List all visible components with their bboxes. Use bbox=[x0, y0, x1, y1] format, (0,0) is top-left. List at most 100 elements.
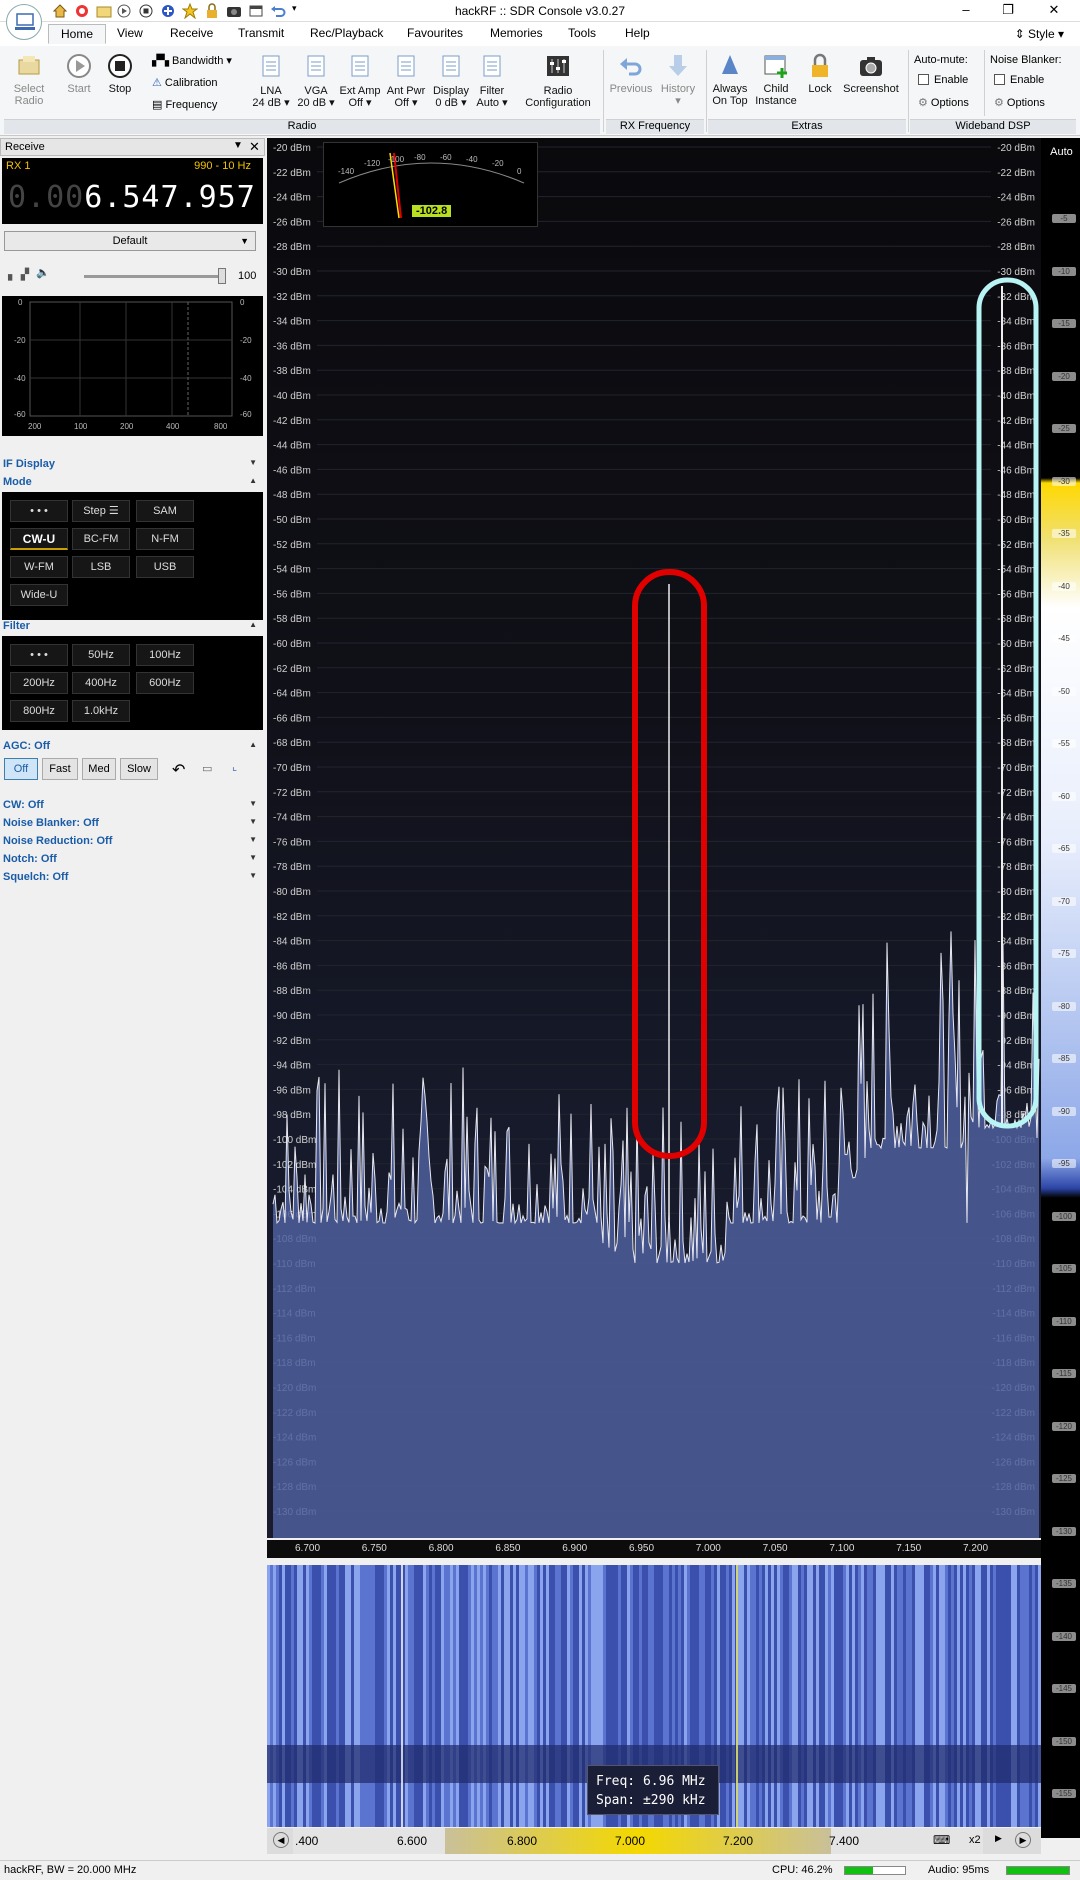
frequency-button[interactable]: ▤ Frequency bbox=[152, 98, 217, 111]
mode-n-fm-button[interactable]: N-FM bbox=[136, 528, 194, 550]
lock-button[interactable]: Lock bbox=[802, 52, 838, 95]
tab-help[interactable]: Help bbox=[625, 26, 650, 40]
spectrum-plot[interactable]: -20 dBm -22 dBm -24 dBm -26 dBm -28 dBm -30 d… bbox=[267, 138, 1041, 1538]
cw-section[interactable]: CW: Off ▼ bbox=[0, 799, 265, 811]
lifebuoy-icon[interactable] bbox=[74, 3, 90, 19]
tab-tools[interactable]: Tools bbox=[568, 26, 596, 40]
waterfall-display[interactable]: Freq: 6.96 MHz Span: ±290 kHz bbox=[267, 1565, 1041, 1827]
play-icon[interactable] bbox=[116, 3, 132, 19]
window-icon[interactable] bbox=[248, 3, 264, 19]
mode-sam-button[interactable]: SAM bbox=[136, 500, 194, 522]
preset-dropdown[interactable]: Default ▼ bbox=[4, 231, 256, 251]
speaker-icon[interactable]: 🔈 bbox=[36, 266, 50, 279]
reset-icon[interactable]: ↶ bbox=[172, 760, 185, 780]
vga-dropdown[interactable]: VGA 20 dB ▾ bbox=[296, 54, 336, 109]
history-button[interactable]: History ▾ bbox=[656, 52, 700, 107]
scroll-right-icon[interactable]: ▶ bbox=[1015, 1832, 1031, 1848]
stop-button[interactable]: Stop bbox=[104, 52, 136, 95]
zoom-level[interactable]: x2 bbox=[969, 1834, 981, 1846]
style-dropdown[interactable]: ⇕ Style ▾ bbox=[1015, 27, 1064, 41]
ant-pwr-dropdown[interactable]: Ant Pwr Off ▾ bbox=[384, 54, 428, 109]
display-dropdown[interactable]: Display 0 dB ▾ bbox=[430, 54, 472, 109]
spectrum-bars-icon[interactable]: ▖▗▘ bbox=[8, 268, 33, 281]
screenshot-button[interactable]: Screenshot bbox=[840, 52, 902, 95]
frequency-axis[interactable]: 6.700 6.750 6.800 6.850 6.900 6.950 7.000 7.050… bbox=[267, 1540, 1041, 1558]
filter-200hz-button[interactable]: 200Hz bbox=[10, 672, 68, 694]
radio-configuration-button[interactable]: Radio Configuration bbox=[520, 54, 596, 109]
volume-slider[interactable] bbox=[84, 268, 226, 284]
agc-off-button[interactable]: Off bbox=[4, 758, 38, 780]
filter-1khz-button[interactable]: 1.0kHz bbox=[72, 700, 130, 722]
filter-more-button[interactable]: • • • bbox=[10, 644, 68, 666]
if-display-section[interactable]: IF Display ▼ bbox=[0, 458, 265, 470]
mode-lsb-button[interactable]: LSB bbox=[72, 556, 130, 578]
lock-icon[interactable] bbox=[204, 3, 220, 19]
mode-bc-fm-button[interactable]: BC-FM bbox=[72, 528, 130, 550]
volume-thumb[interactable] bbox=[218, 268, 226, 284]
tab-transmit[interactable]: Transmit bbox=[238, 26, 284, 40]
auto-mute-enable-checkbox[interactable]: Enable bbox=[918, 74, 968, 86]
agc-section[interactable]: AGC: Off ▲ bbox=[0, 740, 265, 752]
previous-button[interactable]: Previous bbox=[608, 52, 654, 95]
noise-blanker-enable-checkbox[interactable]: Enable bbox=[994, 74, 1044, 86]
filter-800hz-button[interactable]: 800Hz bbox=[10, 700, 68, 722]
spectrum-display[interactable]: -20 dBm -22 dBm -24 dBm -26 dBm -28 dBm -30 d… bbox=[267, 138, 1041, 1558]
select-radio-button[interactable]: Select Radio bbox=[8, 52, 50, 107]
star-icon[interactable] bbox=[181, 2, 199, 20]
start-button[interactable]: Start bbox=[64, 52, 94, 95]
frequency-display[interactable]: RX 1 990 - 10 Hz 0.006.547.957 bbox=[2, 158, 263, 224]
stop-icon[interactable] bbox=[138, 3, 154, 19]
filter-400hz-button[interactable]: 400Hz bbox=[72, 672, 130, 694]
lna-dropdown[interactable]: LNA 24 dB ▾ bbox=[252, 54, 290, 109]
mode-section[interactable]: Mode ▲ bbox=[0, 476, 265, 488]
agc-med-button[interactable]: Med bbox=[82, 758, 116, 780]
noise-blanker-options-button[interactable]: ⚙ Options bbox=[994, 96, 1045, 109]
agc-slow-button[interactable]: Slow bbox=[120, 758, 158, 780]
add-icon[interactable] bbox=[160, 3, 176, 19]
auto-level-button[interactable]: Auto bbox=[1045, 146, 1078, 158]
calibration-button[interactable]: ⚠ Calibration bbox=[152, 76, 218, 89]
zoom-right-icon[interactable]: ▶ bbox=[995, 1833, 1002, 1844]
filter-100hz-button[interactable]: 100Hz bbox=[136, 644, 194, 666]
mode-w-fm-button[interactable]: W-FM bbox=[10, 556, 68, 578]
notch-section[interactable]: Notch: Off ▼ bbox=[0, 853, 265, 865]
scroll-left-icon[interactable]: ◀ bbox=[273, 1832, 289, 1848]
mode-wide-u-button[interactable]: Wide-U bbox=[10, 584, 68, 606]
child-instance-button[interactable]: Child Instance bbox=[754, 52, 798, 107]
ext-amp-dropdown[interactable]: Ext Amp Off ▾ bbox=[338, 54, 382, 109]
tab-rec-playback[interactable]: Rec/Playback bbox=[310, 26, 383, 40]
quick-access-dropdown-icon[interactable]: ▾ bbox=[292, 3, 308, 19]
tab-receive[interactable]: Receive bbox=[170, 26, 213, 40]
restore-button[interactable]: ❐ bbox=[998, 2, 1018, 20]
app-menu-button[interactable] bbox=[6, 4, 42, 40]
keyboard-icon[interactable]: ⌨ bbox=[933, 1833, 950, 1847]
mode-more-button[interactable]: • • • bbox=[10, 500, 68, 522]
noise-reduction-section[interactable]: Noise Reduction: Off ▼ bbox=[0, 835, 265, 847]
noise-blanker-section[interactable]: Noise Blanker: Off ▼ bbox=[0, 817, 265, 829]
squelch-section[interactable]: Squelch: Off ▼ bbox=[0, 871, 265, 883]
always-on-top-button[interactable]: Always On Top bbox=[708, 52, 752, 107]
agc-graph-icon[interactable]: ⌞ bbox=[232, 760, 237, 773]
step-button[interactable]: Step ☰ bbox=[72, 500, 130, 522]
chevron-down-icon[interactable]: ▼ bbox=[233, 140, 243, 151]
tab-home[interactable]: Home bbox=[48, 24, 107, 44]
tab-favourites[interactable]: Favourites bbox=[407, 26, 463, 40]
mode-cw-u-button[interactable]: CW-U bbox=[10, 528, 68, 550]
agc-fast-button[interactable]: Fast bbox=[42, 758, 78, 780]
home-icon[interactable] bbox=[52, 3, 68, 19]
filter-50hz-button[interactable]: 50Hz bbox=[72, 644, 130, 666]
undo-icon[interactable] bbox=[270, 3, 286, 19]
folder-icon[interactable] bbox=[96, 3, 112, 19]
filter-section[interactable]: Filter ▲ bbox=[0, 620, 265, 632]
close-icon[interactable]: ✕ bbox=[249, 139, 260, 155]
camera-icon[interactable] bbox=[226, 3, 242, 19]
agc-settings-icon[interactable]: ▭ bbox=[202, 762, 212, 775]
bandwidth-button[interactable]: ▞▚ Bandwidth ▾ bbox=[152, 54, 232, 67]
minimize-button[interactable]: – bbox=[956, 2, 976, 20]
waterfall-frequency-bar[interactable]: ◀ .400 6.600 6.800 7.000 7.200 7.400 ⌨ x… bbox=[267, 1828, 1041, 1854]
close-button[interactable]: ✕ bbox=[1044, 2, 1064, 20]
tab-memories[interactable]: Memories bbox=[490, 26, 543, 40]
mode-usb-button[interactable]: USB bbox=[136, 556, 194, 578]
auto-mute-options-button[interactable]: ⚙ Options bbox=[918, 96, 969, 109]
filter-dropdown[interactable]: Filter Auto ▾ bbox=[474, 54, 510, 109]
